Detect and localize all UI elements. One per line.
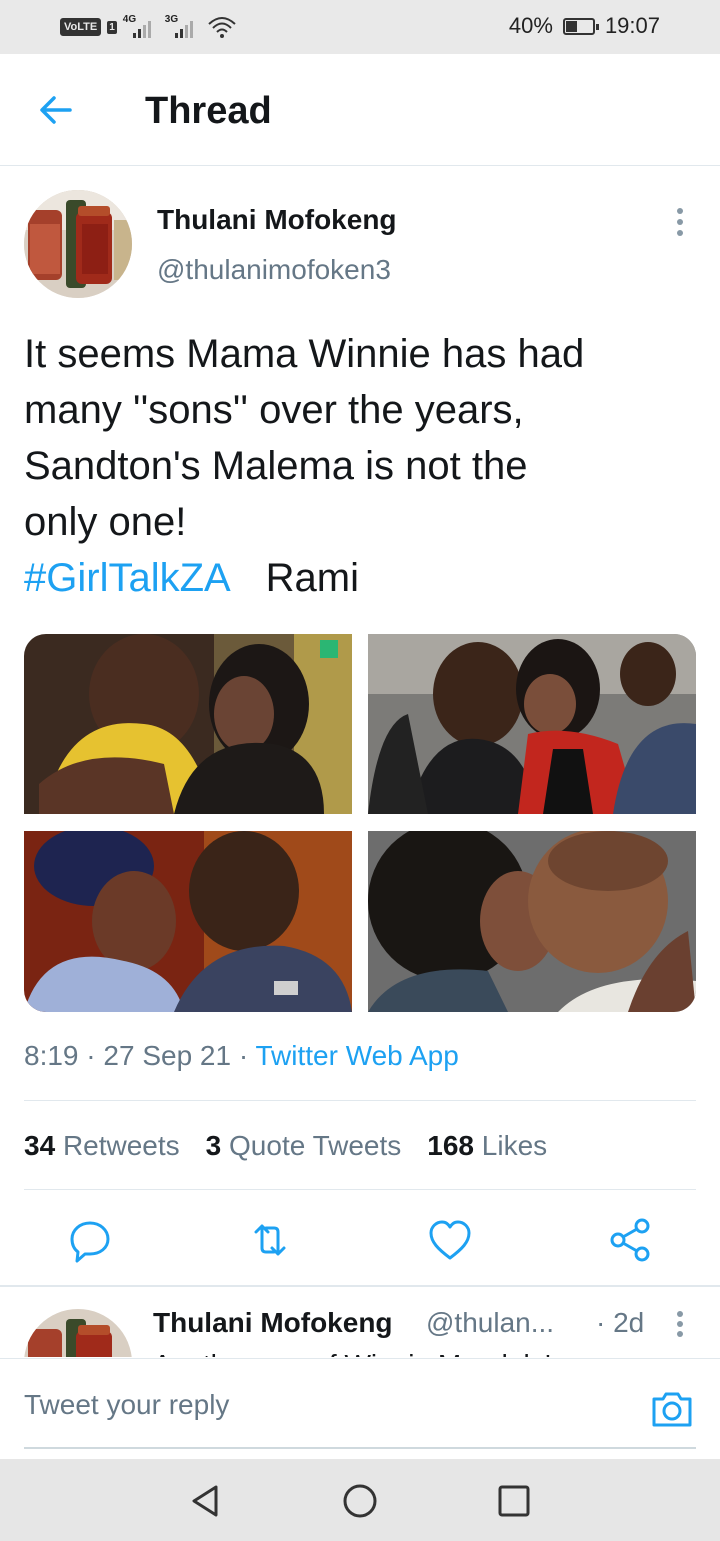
reply-input[interactable]: Tweet your reply <box>24 1389 229 1421</box>
tweet-text-line: Sandton's Malema is not the <box>24 444 528 488</box>
media-grid <box>24 634 696 1012</box>
hashtag-link[interactable]: #GirlTalkZA <box>24 556 229 600</box>
reply-time: · 2d <box>596 1307 645 1338</box>
tweet-date: 27 Sep 21 <box>103 1040 232 1071</box>
quotes-count: 3 <box>205 1130 222 1161</box>
tweet-time: 8:19 <box>24 1040 79 1071</box>
like-icon[interactable] <box>426 1216 474 1264</box>
divider <box>24 1189 696 1190</box>
tweet-stats: 34 Retweets 3 Quote Tweets 168 Likes <box>24 1130 547 1162</box>
system-nav-bar <box>0 1459 720 1541</box>
status-bar: VoLTE 1 4G 3G 40% 19:07 <box>0 0 720 54</box>
reply-author-name[interactable]: Thulani Mofokeng <box>153 1307 393 1339</box>
retweets-label: Retweets <box>62 1130 180 1161</box>
home-nav-icon[interactable] <box>340 1481 380 1521</box>
reply-tweet[interactable]: Thulani Mofokeng @thulan... · 2d Another… <box>0 1287 720 1357</box>
back-nav-icon[interactable] <box>186 1481 226 1521</box>
arrow-left-icon[interactable] <box>34 88 78 132</box>
author-handle[interactable]: @thulanimofoken3 <box>157 254 391 286</box>
tweet-actions <box>0 1210 720 1270</box>
tweet-text-line: many ''sons'' over the years, <box>24 388 524 432</box>
tweet-text: It seems Mama Winnie has had many ''sons… <box>24 326 694 606</box>
retweets-stat[interactable]: 34 Retweets <box>24 1130 180 1162</box>
composer-underline <box>24 1447 696 1449</box>
author-name[interactable]: Thulani Mofokeng <box>157 204 397 236</box>
reply-text: Another one of Winnie Mandela's <box>153 1349 565 1357</box>
tweet-text-line: It seems Mama Winnie has had <box>24 332 585 376</box>
clock: 19:07 <box>604 13 660 38</box>
photo-1[interactable] <box>24 634 352 814</box>
battery-icon <box>562 17 599 35</box>
sim-indicator: 1 <box>107 20 117 34</box>
tweet-trailing-text: Rami <box>265 556 359 600</box>
likes-stat[interactable]: 168 Likes <box>427 1130 547 1162</box>
tweet-meta: 8:19 · 27 Sep 21 · Twitter Web App <box>24 1040 459 1071</box>
camera-icon[interactable] <box>650 1389 694 1429</box>
quotes-stat[interactable]: 3 Quote Tweets <box>206 1130 402 1162</box>
reply-icon[interactable] <box>66 1216 114 1264</box>
reply-author-handle[interactable]: @thulan... <box>426 1307 554 1339</box>
quotes-label: Quote Tweets <box>229 1130 402 1161</box>
battery-percent: 40% <box>508 13 553 38</box>
tweet-source-link[interactable]: Twitter Web App <box>255 1040 458 1071</box>
divider <box>24 1100 696 1101</box>
reply-composer: Tweet your reply <box>0 1358 720 1458</box>
thread-header: Thread <box>0 54 720 166</box>
tweet-text-line: only one! <box>24 500 187 544</box>
likes-count: 168 <box>427 1130 474 1161</box>
signal-icon-4g: 4G <box>123 14 159 40</box>
wifi-icon <box>208 17 236 38</box>
photo-3[interactable] <box>24 831 352 1012</box>
photo-4[interactable] <box>368 831 696 1012</box>
photo-2[interactable] <box>368 634 696 814</box>
avatar[interactable] <box>24 190 132 298</box>
share-icon[interactable] <box>606 1216 654 1264</box>
retweet-icon[interactable] <box>246 1216 294 1264</box>
more-options-icon[interactable] <box>668 1309 692 1339</box>
volte-indicator: VoLTE <box>60 18 102 36</box>
signal-icon-3g: 3G <box>165 14 201 40</box>
retweets-count: 34 <box>24 1130 56 1161</box>
likes-label: Likes <box>481 1130 548 1161</box>
more-options-icon[interactable] <box>668 206 692 238</box>
recents-nav-icon[interactable] <box>494 1481 534 1521</box>
avatar[interactable] <box>24 1309 132 1357</box>
page-title: Thread <box>145 90 272 132</box>
avatar-image <box>24 190 132 298</box>
